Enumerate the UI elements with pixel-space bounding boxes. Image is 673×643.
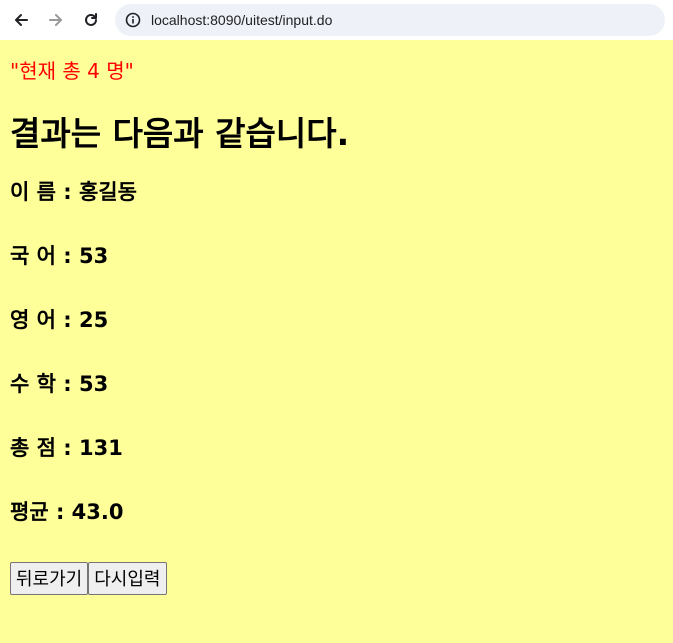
reload-icon[interactable] bbox=[80, 9, 102, 31]
forward-arrow-icon[interactable] bbox=[45, 9, 67, 31]
result-name: 이 름 : 홍길동 bbox=[10, 180, 137, 204]
back-arrow-icon[interactable] bbox=[10, 9, 32, 31]
url-text: localhost:8090/uitest/input.do bbox=[151, 12, 333, 28]
result-average: 평균 : 43.0 bbox=[10, 500, 124, 524]
result-english: 영 어 : 25 bbox=[10, 308, 109, 332]
reenter-button[interactable]: 다시입력 bbox=[88, 562, 167, 595]
back-button[interactable]: 뒤로가기 bbox=[10, 562, 89, 595]
result-total: 총 점 : 131 bbox=[10, 436, 123, 460]
browser-toolbar: localhost:8090/uitest/input.do bbox=[0, 0, 673, 40]
user-count-text: "현재 총 4 명" bbox=[10, 59, 134, 83]
page-content: "현재 총 4 명" 결과는 다음과 같습니다. 이 름 : 홍길동 국 어 :… bbox=[0, 56, 673, 595]
site-info-icon[interactable] bbox=[125, 12, 141, 28]
result-korean: 국 어 : 53 bbox=[10, 244, 109, 268]
address-bar[interactable]: localhost:8090/uitest/input.do bbox=[115, 4, 665, 36]
button-group: 뒤로가기 다시입력 bbox=[10, 562, 663, 595]
result-math: 수 학 : 53 bbox=[10, 372, 109, 396]
result-heading: 결과는 다음과 같습니다. bbox=[10, 114, 350, 153]
